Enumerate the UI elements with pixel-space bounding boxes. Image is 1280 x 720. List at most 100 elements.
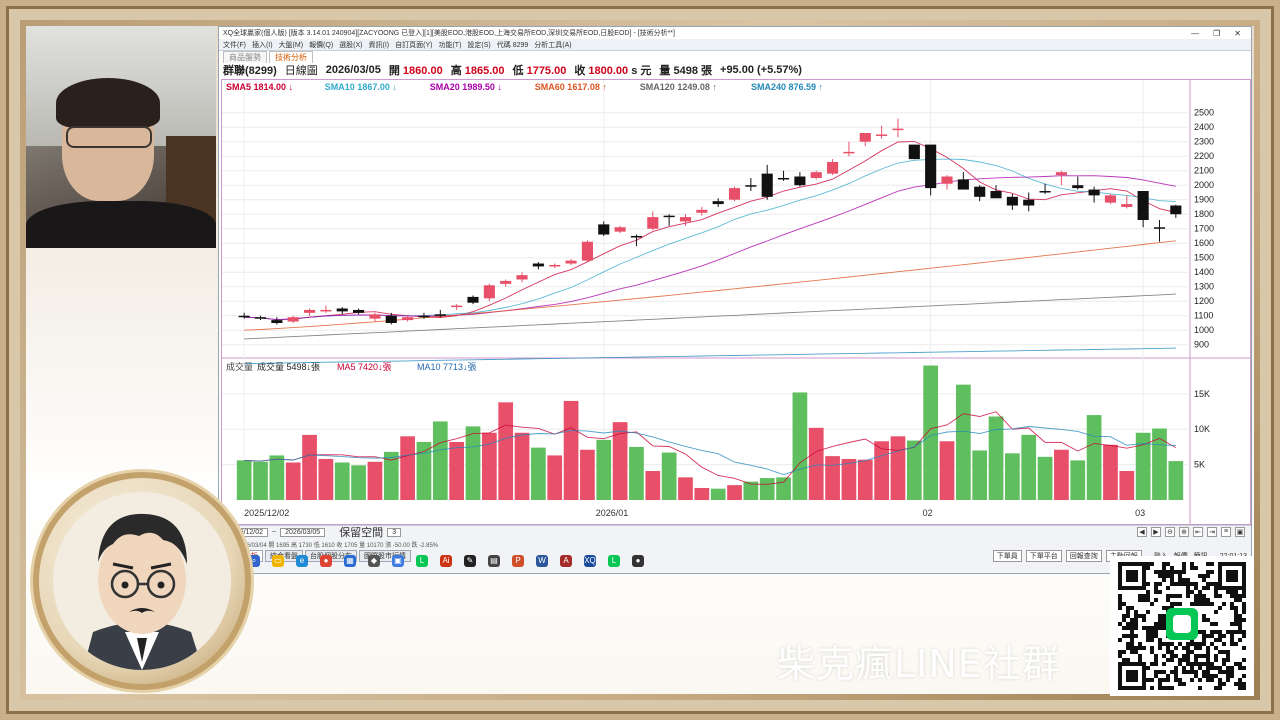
xq-app-icon[interactable]: XQ bbox=[584, 555, 596, 567]
candle-body bbox=[859, 133, 871, 142]
cartoon-man-icon bbox=[83, 513, 203, 670]
price-tick-label: 1200 bbox=[1194, 296, 1214, 306]
chart-nav-button-2[interactable]: ⊖ bbox=[1165, 527, 1175, 537]
toolbar-item-9[interactable]: 代碼 8299 bbox=[497, 40, 529, 50]
price-tick-label: 2100 bbox=[1194, 166, 1214, 176]
status-button-2[interactable]: 回報查詢 bbox=[1065, 550, 1102, 562]
illustrator-icon[interactable]: Ai bbox=[440, 555, 452, 567]
candle-body bbox=[1039, 191, 1051, 193]
chart-nav-button-4[interactable]: ⇤ bbox=[1193, 527, 1203, 537]
chart-nav-button-6[interactable]: ≡ bbox=[1221, 527, 1231, 537]
media-icon[interactable]: ● bbox=[632, 555, 644, 567]
toolbar-item-2[interactable]: 大盤(M) bbox=[279, 40, 304, 50]
date-axis-label: 2026/01 bbox=[596, 508, 629, 518]
toolbar-item-7[interactable]: 功能(T) bbox=[438, 40, 461, 50]
volume-bar bbox=[939, 441, 955, 500]
status-button-0[interactable]: 下單員 bbox=[992, 550, 1022, 562]
volume-bar bbox=[1168, 461, 1184, 500]
line-app-icon[interactable]: L bbox=[416, 555, 428, 567]
chart-nav-button-7[interactable]: ▣ bbox=[1235, 527, 1245, 537]
indicator-sma120: SMA120 1249.08 ↑ bbox=[640, 82, 717, 92]
price-tick-label: 2500 bbox=[1194, 108, 1214, 118]
volume-bar bbox=[1037, 456, 1053, 500]
toolbar-item-5[interactable]: 資訊(I) bbox=[369, 40, 390, 50]
toolbar-item-6[interactable]: 自訂頁面(Y) bbox=[395, 40, 432, 50]
volume-bar bbox=[498, 402, 514, 500]
price-tick-label: 1700 bbox=[1194, 224, 1214, 234]
volume-bar bbox=[727, 485, 742, 500]
menu-toolbar: 文件(F) 插入(I) 大盤(M) 報價(Q) 選股(X) 資訊(I) 自訂頁面(Y) 功能(… bbox=[219, 39, 1251, 51]
qr-code-icon bbox=[1118, 562, 1246, 690]
volume-bar bbox=[269, 455, 285, 500]
price-tick-label: 1800 bbox=[1194, 209, 1214, 219]
candle-body bbox=[598, 224, 610, 235]
status-button-1[interactable]: 下單平台 bbox=[1025, 550, 1062, 562]
volume-bar bbox=[1103, 444, 1118, 500]
line-group-qr-code[interactable] bbox=[1110, 556, 1254, 696]
price-tick-label: 2200 bbox=[1194, 151, 1214, 161]
symbol-label[interactable]: 群聯(8299) bbox=[223, 62, 277, 78]
candle-body bbox=[892, 128, 904, 131]
candle-body bbox=[908, 144, 920, 160]
volume-bar bbox=[1054, 449, 1069, 500]
chart-area[interactable]: 2500 2400 2300 2200 2100 2000 1900 1800 1700 1600… bbox=[221, 79, 1251, 525]
toolbar-item-10[interactable]: 分析工具(A) bbox=[534, 40, 571, 50]
edge-browser-icon[interactable]: e bbox=[296, 555, 308, 567]
line-app-icon-2[interactable]: L bbox=[608, 555, 620, 567]
photos-icon[interactable]: ▣ bbox=[392, 555, 404, 567]
folder-icon[interactable]: ▭ bbox=[272, 555, 284, 567]
volume-bar bbox=[580, 449, 595, 500]
minimize-icon[interactable]: — bbox=[1191, 29, 1199, 38]
volume-bar bbox=[857, 459, 873, 500]
toolbar-item-0[interactable]: 文件(F) bbox=[223, 40, 246, 50]
low-value: 1775.00 bbox=[526, 65, 567, 77]
volume-bar bbox=[972, 450, 988, 500]
price-tick-label: 2000 bbox=[1194, 180, 1214, 190]
volume-bar bbox=[645, 470, 661, 500]
chart-nav-button-3[interactable]: ⊕ bbox=[1179, 527, 1189, 537]
restore-icon[interactable]: ❐ bbox=[1213, 29, 1220, 38]
word-icon[interactable]: W bbox=[536, 555, 548, 567]
volume-bar bbox=[318, 458, 334, 500]
toolbar-item-8[interactable]: 設定(S) bbox=[467, 40, 490, 50]
volume-bar bbox=[906, 440, 922, 500]
candlestick-chart[interactable]: 2500 2400 2300 2200 2100 2000 1900 1800 1700 1600… bbox=[222, 80, 1250, 524]
candle-body bbox=[434, 314, 446, 316]
store-icon[interactable]: ▦ bbox=[344, 555, 356, 567]
keep-space-field[interactable]: 3 bbox=[387, 527, 402, 537]
candle-body bbox=[336, 308, 348, 312]
volume-bar bbox=[367, 461, 383, 500]
price-tick-label: 1900 bbox=[1194, 195, 1214, 205]
volume-bar bbox=[465, 426, 481, 500]
candle-body bbox=[467, 296, 479, 303]
volume-bar bbox=[547, 455, 563, 500]
toolbar-item-3[interactable]: 報價(Q) bbox=[309, 40, 333, 50]
volume-bar bbox=[776, 477, 791, 500]
close-icon[interactable]: ✕ bbox=[1234, 29, 1241, 38]
toolbar-item-1[interactable]: 插入(I) bbox=[252, 40, 273, 50]
toolbar-item-4[interactable]: 選股(X) bbox=[339, 40, 362, 50]
date-to-field[interactable]: 2026/03/05 bbox=[280, 527, 326, 537]
price-tick-label: 1400 bbox=[1194, 267, 1214, 277]
pdf-icon[interactable]: A bbox=[560, 555, 572, 567]
quote-date: 2026/03/05 bbox=[325, 64, 381, 76]
app-icon[interactable]: ◆ bbox=[368, 555, 380, 567]
volume-bar bbox=[481, 432, 497, 500]
candle-body bbox=[238, 315, 250, 318]
chart-nav-button-5[interactable]: ⇥ bbox=[1207, 527, 1217, 537]
candle-body bbox=[451, 305, 463, 308]
powerpoint-icon[interactable]: P bbox=[512, 555, 524, 567]
volume-bar bbox=[449, 441, 465, 500]
chrome-icon[interactable]: ● bbox=[320, 555, 332, 567]
candle-body bbox=[385, 315, 397, 323]
candle-body bbox=[402, 317, 414, 321]
notes-icon[interactable]: ✎ bbox=[464, 555, 476, 567]
chart-nav-button-0[interactable]: ◀ bbox=[1137, 527, 1147, 537]
volume-bar bbox=[955, 384, 971, 500]
candle-body bbox=[974, 186, 986, 197]
chart-nav-button-1[interactable]: ▶ bbox=[1151, 527, 1161, 537]
volume-bar bbox=[792, 392, 808, 500]
volume-bar bbox=[694, 487, 710, 500]
terminal-icon[interactable]: ▤ bbox=[488, 555, 500, 567]
period-label[interactable]: 日線圖 bbox=[285, 62, 318, 78]
